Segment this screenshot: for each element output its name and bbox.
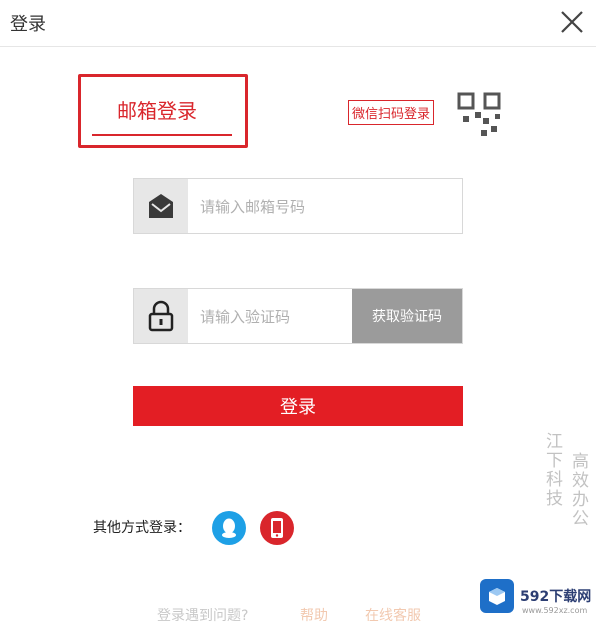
help-text: 登录遇到问题? — [157, 608, 249, 624]
dialog-header: 登录 — [0, 0, 596, 47]
watermark-text-2: 高效办公 — [568, 452, 588, 528]
site-badge: 592下载网 www.592xz.com — [470, 570, 596, 622]
wechat-qr-login-label[interactable]: 微信扫码登录 — [348, 100, 435, 125]
lock-icon-box — [134, 289, 188, 343]
close-icon[interactable] — [558, 8, 586, 36]
login-button[interactable]: 登录 — [133, 386, 463, 426]
qq-login-button[interactable] — [212, 511, 246, 545]
lock-icon — [148, 300, 174, 332]
watermark-text-1: 江下科技 — [542, 432, 562, 508]
tab-email-login[interactable]: 邮箱登录 — [78, 74, 248, 148]
box-logo-icon — [480, 579, 514, 613]
tab-underline — [92, 134, 232, 136]
phone-login-button[interactable] — [260, 511, 294, 545]
badge-site: www.592xz.com — [522, 606, 588, 615]
email-input[interactable] — [198, 179, 402, 235]
code-field: 获取验证码 — [133, 288, 463, 345]
help-link[interactable]: 帮助 — [300, 605, 328, 625]
envelope-icon-box — [134, 179, 188, 233]
online-service-link[interactable]: 在线客服 — [365, 605, 421, 625]
other-login-label: 其他方式登录： — [93, 520, 191, 536]
code-input[interactable] — [198, 289, 352, 345]
get-code-button[interactable]: 获取验证码 — [352, 289, 462, 343]
phone-icon — [271, 518, 283, 538]
dialog-title: 登录 — [10, 14, 46, 35]
qr-code-icon[interactable] — [455, 90, 503, 140]
email-field — [133, 178, 463, 235]
envelope-icon — [149, 194, 173, 218]
qq-icon — [222, 518, 236, 538]
badge-brand: 592下载网 — [520, 589, 592, 605]
tab-email-login-label: 邮箱登录 — [117, 99, 197, 123]
